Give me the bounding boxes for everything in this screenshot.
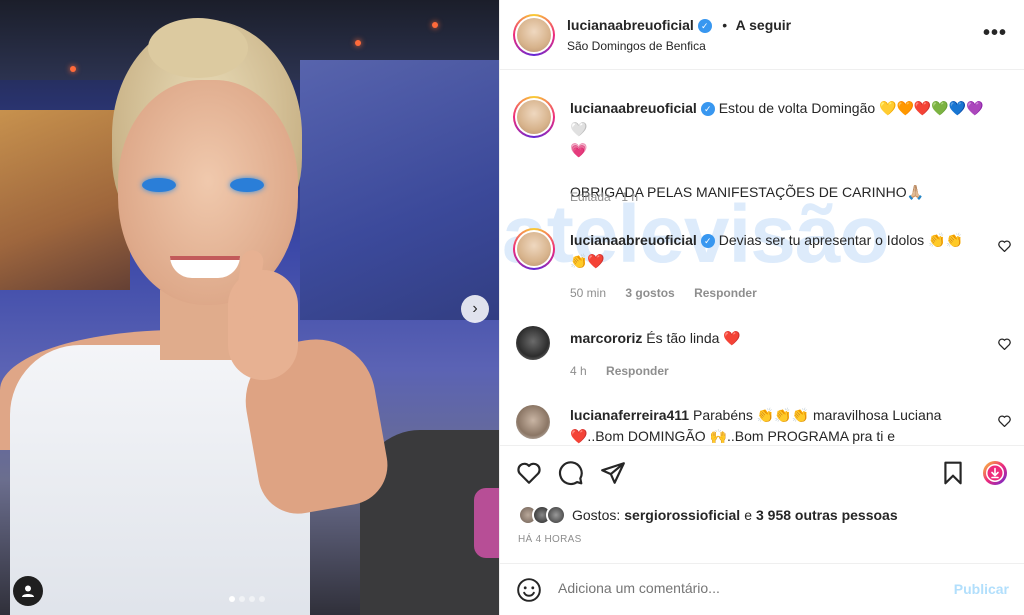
post-timestamp[interactable]: HÁ 4 HORAS <box>518 534 582 545</box>
likes-conj: e <box>744 507 752 523</box>
save-bookmark-icon[interactable] <box>940 460 966 486</box>
post-photo[interactable]: › <box>0 0 499 615</box>
comment-time: 50 min <box>570 286 607 300</box>
comment-author[interactable]: lucianaabreuoficial <box>570 232 697 248</box>
stage-light <box>432 22 438 28</box>
comments-list[interactable]: lucianaabreuoficial ✓ Estou de volta Domi… <box>500 70 1024 445</box>
emoji-icon[interactable] <box>516 577 542 603</box>
comment-text: Parabéns 👏👏👏 maravilhosa Luciana <box>692 407 942 423</box>
background-screen <box>0 110 130 290</box>
carousel-next-button[interactable]: › <box>461 295 489 323</box>
post-header: lucianaabreuoficial ✓ • A seguir São Domi… <box>500 0 1024 70</box>
comment-text-line2: 👏❤️ <box>570 253 605 269</box>
like-heart-icon[interactable] <box>516 460 542 486</box>
liker-avatar[interactable] <box>546 505 566 525</box>
chevron-right-icon: › <box>472 300 478 317</box>
caption-avatar[interactable] <box>513 96 555 138</box>
carousel-indicator <box>229 596 265 602</box>
stage-light <box>355 40 361 46</box>
verified-icon: ✓ <box>697 18 712 33</box>
download-icon[interactable] <box>982 460 1008 486</box>
comment-text: És tão linda ❤️ <box>646 330 741 346</box>
comment-avatar[interactable] <box>513 228 555 270</box>
comment-avatar[interactable] <box>516 405 550 439</box>
stage-light <box>70 66 76 72</box>
tagged-users-button[interactable] <box>13 576 43 606</box>
heart-icon[interactable] <box>998 415 1011 427</box>
comment-text-line2: ❤️..Bom DOMINGÃO 🙌..Bom PROGRAMA pra ti … <box>570 428 896 444</box>
follow-status-button[interactable]: A seguir <box>736 17 792 33</box>
woman-eye <box>230 178 264 192</box>
comment-avatar[interactable] <box>516 326 550 360</box>
author-username[interactable]: lucianaabreuoficial <box>567 17 694 33</box>
reply-button[interactable]: Responder <box>606 364 669 378</box>
separator-dot: • <box>722 17 728 33</box>
share-icon[interactable] <box>600 460 626 486</box>
carousel-dot <box>249 596 255 602</box>
author-avatar[interactable] <box>513 14 555 56</box>
comment-icon[interactable] <box>558 460 584 486</box>
likes-others-link[interactable]: 3 958 outras pessoas <box>756 507 898 523</box>
post-location[interactable]: São Domingos de Benfica <box>567 39 706 53</box>
comment-author[interactable]: lucianaferreira411 <box>570 407 689 423</box>
heart-icon[interactable] <box>998 338 1011 350</box>
comment-text: Devias ser tu apresentar o Idolos 👏👏 <box>718 232 963 248</box>
caption-text-line2: 💗 <box>570 142 588 158</box>
heart-icon[interactable] <box>998 240 1011 252</box>
woman-hair-bun <box>148 18 248 78</box>
more-options-icon[interactable]: ••• <box>983 22 1007 45</box>
likes-user-link[interactable]: sergiorossioficial <box>624 507 740 523</box>
reply-button[interactable]: Responder <box>694 286 757 300</box>
likes-prefix: Gostos: <box>572 507 621 523</box>
caption-author[interactable]: lucianaabreuoficial <box>570 100 697 116</box>
background-screen <box>300 60 499 320</box>
caption-edited: Editada · 1 h <box>570 190 639 204</box>
comment-input[interactable] <box>558 580 918 596</box>
publish-button[interactable]: Publicar <box>954 581 1009 597</box>
comment-time: 4 h <box>570 364 587 378</box>
comment-author[interactable]: marcororiz <box>570 330 642 346</box>
add-comment-bar: Publicar <box>500 563 1024 615</box>
carousel-dot <box>229 596 235 602</box>
background-person-shirt <box>474 488 499 558</box>
woman-smile <box>170 256 240 278</box>
comment-likes[interactable]: 3 gostos <box>625 286 674 300</box>
carousel-dot <box>259 596 265 602</box>
action-bar: Gostos: sergiorossioficial e 3 958 outra… <box>500 445 1024 575</box>
verified-icon: ✓ <box>700 234 715 249</box>
verified-icon: ✓ <box>700 102 715 117</box>
post-panel: atelevisão lucianaabreuoficial ✓ • A segu… <box>499 0 1024 615</box>
user-icon <box>22 585 34 597</box>
carousel-dot <box>239 596 245 602</box>
likes-summary: Gostos: sergiorossioficial e 3 958 outra… <box>518 505 898 525</box>
woman-eye <box>142 178 176 192</box>
